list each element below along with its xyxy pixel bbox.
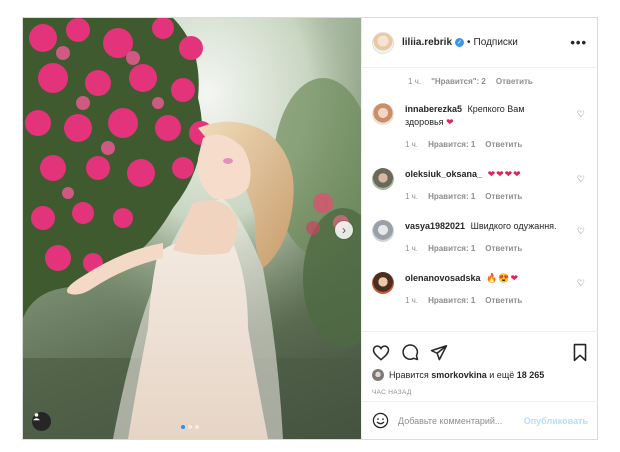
share-icon[interactable]: [430, 344, 448, 361]
comment-likes[interactable]: Нравится: 1: [428, 242, 475, 255]
carousel-dot-1: [181, 425, 185, 429]
comment-emoji: ❤: [446, 117, 455, 127]
header-separator: •: [467, 37, 471, 48]
comment-meta: 1 ч. Нравится: 1 Ответить: [405, 138, 563, 151]
commenter-username[interactable]: oleksiuk_oksana_: [405, 169, 482, 179]
comment-likes[interactable]: "Нравится": 2: [431, 77, 486, 86]
liked-by-user[interactable]: smorkovkina: [431, 370, 487, 380]
instagram-post: › liliia.rebrik ✓ • Подписки ••• 1 ч. "Н…: [22, 17, 598, 440]
comment-likes[interactable]: Нравится: 1: [428, 190, 475, 203]
likes-count[interactable]: 18 265: [517, 370, 545, 380]
comment-time: 1 ч.: [405, 192, 419, 201]
reply-button[interactable]: Ответить: [496, 77, 533, 86]
comment-text: Швидкого одужання.: [470, 221, 557, 231]
comment-meta: 1 ч. Нравится: 1 Ответить: [405, 294, 563, 307]
post-photo[interactable]: ›: [23, 18, 361, 439]
comment-time: 1 ч.: [405, 296, 419, 305]
liked-by-avatar: [372, 369, 384, 381]
user-tag-glyph: [33, 413, 40, 421]
bookmark-icon[interactable]: [572, 343, 588, 362]
comment-time: 1 ч.: [405, 244, 419, 253]
reply-button[interactable]: Ответить: [485, 138, 522, 151]
comment-meta: 1 ч. Нравится: 1 Ответить: [405, 242, 563, 255]
comment-like-heart-icon[interactable]: ♡: [577, 226, 585, 237]
comment-time: 1 ч.: [405, 140, 419, 149]
comments-list[interactable]: 1 ч. "Нравится": 2 Ответить innaberezka5…: [362, 68, 597, 330]
commenter-username[interactable]: olenanovosadska: [405, 273, 481, 283]
reply-button[interactable]: Ответить: [485, 242, 522, 255]
commenter-avatar[interactable]: [372, 272, 394, 294]
reply-button[interactable]: Ответить: [485, 294, 522, 307]
comment-item: vasya1982021 Швидкого одужання. 1 ч. Нра…: [372, 220, 585, 255]
carousel-dot-2: [188, 425, 192, 429]
commenter-avatar[interactable]: [372, 220, 394, 242]
post-header: liliia.rebrik ✓ • Подписки •••: [362, 18, 597, 68]
comment-item: oleksiuk_oksana_ ❤❤❤❤ 1 ч. Нравится: 1 О…: [372, 168, 585, 203]
commenter-username[interactable]: vasya1982021: [405, 221, 465, 231]
commenter-avatar[interactable]: [372, 168, 394, 190]
comment-like-heart-icon[interactable]: ♡: [577, 174, 585, 185]
liked-by-prefix: Нравится: [389, 370, 429, 380]
comment-input[interactable]: [398, 415, 516, 426]
comment-like-heart-icon[interactable]: ♡: [577, 278, 585, 289]
comment-like-heart-icon[interactable]: ♡: [577, 109, 585, 120]
comment-item: innaberezka5 Крепкого Вам здоровья ❤ 1 ч…: [372, 103, 585, 151]
author-avatar[interactable]: [372, 31, 394, 54]
heart-icon[interactable]: [372, 344, 390, 361]
reply-button[interactable]: Ответить: [485, 190, 522, 203]
publish-button[interactable]: Опубликовать: [524, 416, 588, 426]
commenter-avatar[interactable]: [372, 103, 394, 125]
emoji-icon[interactable]: [372, 412, 389, 429]
photo-illustration: [23, 18, 361, 439]
post-sidebar: liliia.rebrik ✓ • Подписки ••• 1 ч. "Нра…: [361, 18, 598, 439]
action-bar: [372, 341, 588, 363]
follow-status-button[interactable]: Подписки: [474, 37, 518, 48]
comment-item: olenanovosadska 🔥😍❤ 1 ч. Нравится: 1 Отв…: [372, 272, 585, 307]
carousel-dot-3: [195, 425, 199, 429]
post-timestamp[interactable]: ЧАС НАЗАД: [372, 389, 588, 396]
author-username[interactable]: liliia.rebrik: [402, 37, 452, 48]
liked-by-middle: и ещё: [489, 370, 515, 380]
comment-time: 1 ч.: [408, 77, 422, 86]
post-actions: Нравится smorkovkina и ещё 18 265 ЧАС НА…: [362, 331, 598, 396]
more-options-icon[interactable]: •••: [570, 35, 587, 50]
comment-meta: 1 ч. "Нравится": 2 Ответить: [408, 77, 585, 86]
user-tag-icon[interactable]: [32, 412, 51, 431]
commenter-username[interactable]: innaberezka5: [405, 104, 462, 114]
comment-icon[interactable]: [401, 343, 419, 361]
comment-emoji: 🔥😍❤: [486, 273, 519, 283]
comment-emoji: ❤❤❤❤: [487, 169, 522, 179]
verified-badge-icon: ✓: [455, 38, 465, 47]
chevron-right-icon[interactable]: ›: [335, 221, 353, 239]
comment-likes[interactable]: Нравится: 1: [428, 138, 475, 151]
comment-likes[interactable]: Нравится: 1: [428, 294, 475, 307]
carousel-indicator: [181, 425, 199, 429]
comment-meta: 1 ч. Нравится: 1 Ответить: [405, 190, 563, 203]
add-comment-bar: Опубликовать: [362, 401, 598, 439]
liked-by[interactable]: Нравится smorkovkina и ещё 18 265: [372, 369, 588, 381]
